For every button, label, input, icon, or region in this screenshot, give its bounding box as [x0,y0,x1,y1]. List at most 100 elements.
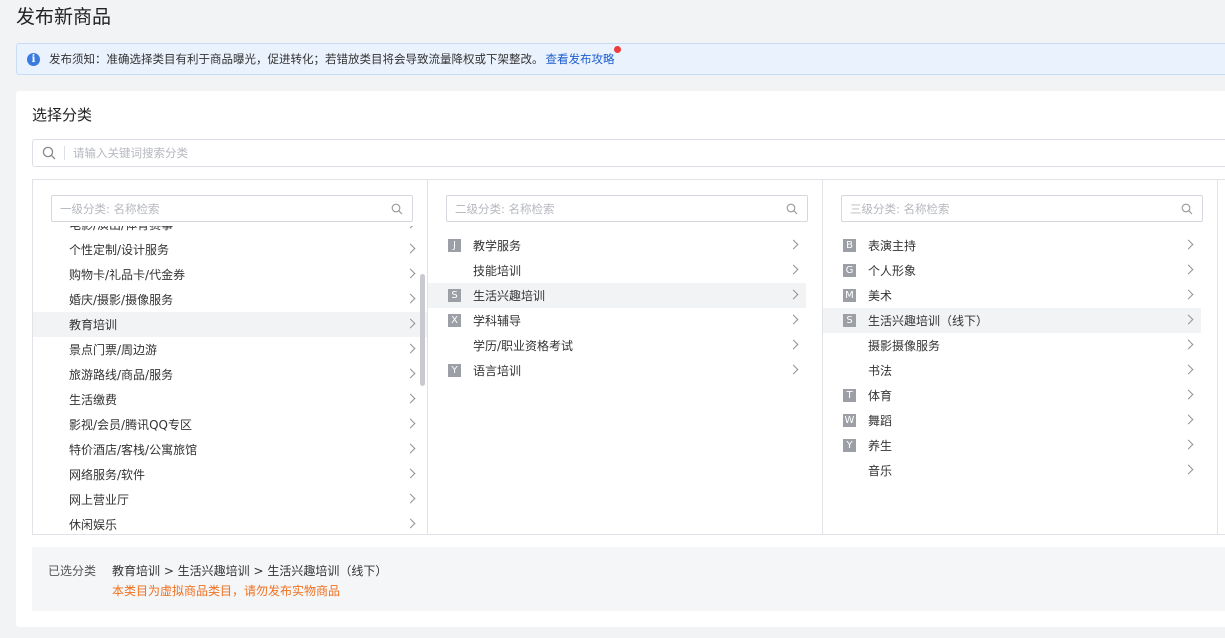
level2-item[interactable]: X 学科辅导 [428,308,806,333]
chevron-right-icon [405,293,416,304]
level2-item[interactable]: S 生活兴趣培训 [428,283,806,308]
level1-scrollbar[interactable] [420,274,425,386]
chevron-right-icon [405,493,416,504]
publish-guide-link-label[interactable]: 查看发布攻略 [546,52,615,66]
notice-text: 发布须知：准确选择类目有利于商品曝光，促进转化；若错放类目将会导致流量降权或下架… [49,52,544,66]
chevron-right-icon [1183,389,1194,400]
search-icon[interactable] [391,203,403,215]
level1-item[interactable]: 电影/演出/体育赛事 [33,226,427,237]
level3-item[interactable]: T 体育 [823,383,1201,408]
level3-item-label: 体育 [868,389,893,403]
level3-item-label: 养生 [868,439,893,453]
level1-item-label: 个性定制/设计服务 [69,243,170,257]
letter-index-badge: B [843,239,856,252]
chevron-right-icon [1183,314,1194,325]
level1-item-label: 网上营业厅 [69,493,130,507]
level1-item[interactable]: 特价酒店/客栈/公寓旅馆 [33,437,427,462]
chevron-right-icon [788,339,799,350]
level1-item[interactable]: 购物卡/礼品卡/代金券 [33,262,427,287]
notice-banner: i 发布须知：准确选择类目有利于商品曝光，促进转化；若错放类目将会导致流量降权或… [16,43,1225,75]
search-divider [64,146,65,160]
selected-path: 教育培训 > 生活兴趣培训 > 生活兴趣培训（线下） [112,564,388,578]
chevron-right-icon [405,318,416,329]
chevron-right-icon [788,264,799,275]
search-icon[interactable] [786,203,798,215]
level2-item-label: 语言培训 [473,364,522,378]
level3-column: B 表演主持 G 个人形象 M 美术 S 生活兴趣培训（线下） 摄影摄像服务书法 T 体育 W 舞蹈 Y养… [823,180,1218,534]
level2-item[interactable]: J 教学服务 [428,233,806,258]
publish-guide-link[interactable]: 查看发布攻略 [546,46,621,67]
level1-item[interactable]: 婚庆/摄影/摄像服务 [33,287,427,312]
level2-item-label: 教学服务 [473,239,522,253]
level1-item-label: 生活缴费 [69,393,118,407]
level3-item[interactable]: W 舞蹈 [823,408,1201,433]
level3-item[interactable]: B 表演主持 [823,233,1201,258]
level2-item[interactable]: 技能培训 [428,258,806,283]
chevron-right-icon [1183,289,1194,300]
letter-index-spacer [843,464,856,477]
chevron-right-icon [1183,464,1194,475]
panel-title: 选择分类 [32,106,93,124]
level2-item[interactable]: 学历/职业资格考试 [428,333,806,358]
level3-item[interactable]: 书法 [823,358,1201,383]
level2-item[interactable]: Y 语言培训 [428,358,806,383]
search-icon [42,146,56,160]
level1-search-box[interactable] [51,195,413,222]
level3-item-label: 摄影摄像服务 [868,339,941,353]
letter-index-spacer [843,339,856,352]
letter-index-badge: Y [448,364,461,377]
letter-index-badge: X [448,314,461,327]
level2-item-label: 学历/职业资格考试 [473,339,574,353]
level3-item-label: 个人形象 [868,264,917,278]
level1-column: 电影/演出/体育赛事个性定制/设计服务购物卡/礼品卡/代金券婚庆/摄影/摄像服务… [33,180,428,534]
chevron-right-icon [1183,264,1194,275]
chevron-right-icon [405,393,416,404]
level1-list: 电影/演出/体育赛事个性定制/设计服务购物卡/礼品卡/代金券婚庆/摄影/摄像服务… [33,226,427,534]
level3-search-box[interactable] [841,195,1203,222]
level1-item[interactable]: 影视/会员/腾讯QQ专区 [33,412,427,437]
level1-item[interactable]: 个性定制/设计服务 [33,237,427,262]
chevron-right-icon [405,368,416,379]
level1-item-label: 旅游路线/商品/服务 [69,368,174,382]
category-search-input[interactable] [73,146,673,160]
category-search-box[interactable] [32,139,1225,167]
search-icon[interactable] [1181,203,1193,215]
level3-item[interactable]: G 个人形象 [823,258,1201,283]
level1-item[interactable]: 休闲娱乐 [33,512,427,534]
chevron-right-icon [788,364,799,375]
level3-item[interactable]: Y 养生 [823,433,1201,458]
level3-item[interactable]: M 美术 [823,283,1201,308]
category-panel: 选择分类 电影/演出/体育赛事个性定制/设计服务购物卡/礼品卡/代金券婚庆/摄影… [16,91,1225,627]
level1-item[interactable]: 旅游路线/商品/服务 [33,362,427,387]
level1-item-label: 教育培训 [69,318,118,332]
level3-item-label: 生活兴趣培训（线下） [868,314,989,328]
level2-search-box[interactable] [446,195,808,222]
letter-index-badge: J [448,239,461,252]
level1-item[interactable]: 网上营业厅 [33,487,427,512]
letter-index-spacer [448,264,461,277]
letter-index-badge: M [843,289,856,302]
level3-item-label: 书法 [868,364,893,378]
chevron-right-icon [405,443,416,454]
chevron-right-icon [405,518,416,529]
level3-item[interactable]: 摄影摄像服务 [823,333,1201,358]
level1-search-input[interactable] [60,201,380,216]
chevron-right-icon [1183,439,1194,450]
level4-column [1218,180,1225,534]
level3-item-label: 音乐 [868,464,893,478]
chevron-right-icon [405,226,416,229]
level1-item[interactable]: 景点门票/周边游 [33,337,427,362]
selected-category-box: 已选分类 教育培训 > 生活兴趣培训 > 生活兴趣培训（线下） 本类目为虚拟商品… [32,547,1225,611]
level2-item-label: 技能培训 [473,264,522,278]
level3-search-input[interactable] [850,201,1170,216]
chevron-right-icon [1183,239,1194,250]
level1-item[interactable]: 网络服务/软件 [33,462,427,487]
level3-item-label: 美术 [868,289,893,303]
category-columns: 电影/演出/体育赛事个性定制/设计服务购物卡/礼品卡/代金券婚庆/摄影/摄像服务… [32,179,1225,535]
level1-item[interactable]: 生活缴费 [33,387,427,412]
level2-search-input[interactable] [455,201,775,216]
level1-item[interactable]: 教育培训 [33,312,427,337]
level2-item-label: 生活兴趣培训 [473,289,546,303]
level3-item[interactable]: 音乐 [823,458,1201,483]
level3-item[interactable]: S 生活兴趣培训（线下） [823,308,1201,333]
